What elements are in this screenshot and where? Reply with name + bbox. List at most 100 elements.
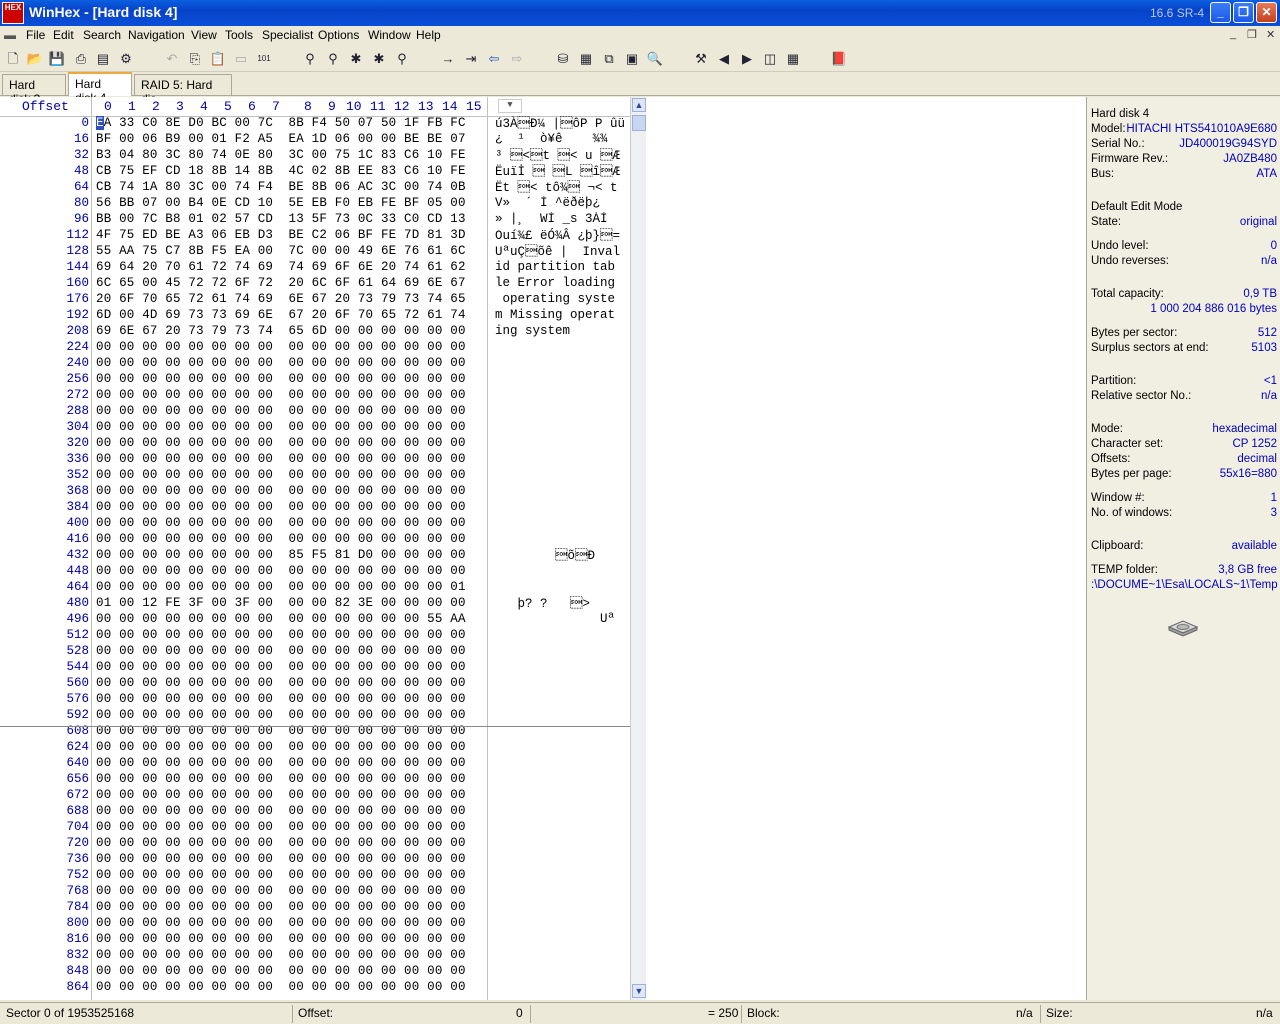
menu-window[interactable]: Window: [368, 28, 411, 42]
row-text[interactable]: UªuÇõê | Inval: [495, 244, 627, 259]
row-hex-bytes[interactable]: 00 00 00 00 00 00 00 00 00 00 00 00 00 0…: [96, 788, 466, 802]
hex-row[interactable]: 544 00 00 00 00 00 00 00 00 00 00 00 00 0…: [0, 660, 632, 676]
find-hex-icon[interactable]: ⚲: [324, 50, 342, 68]
snapshot-icon[interactable]: ◫: [761, 50, 779, 68]
row-hex-bytes[interactable]: 00 00 00 00 00 00 00 00 00 00 00 00 00 0…: [96, 820, 466, 834]
paste-zero-icon[interactable]: ▭: [232, 50, 250, 68]
charset-value[interactable]: CP 1252: [1232, 438, 1277, 450]
paste-icon[interactable]: 📋: [209, 50, 227, 68]
row-hex-bytes[interactable]: 00 00 00 00 00 00 00 00 00 00 00 00 00 0…: [96, 836, 466, 850]
hex-row[interactable]: 688 00 00 00 00 00 00 00 00 00 00 00 00 0…: [0, 804, 632, 820]
undo-icon[interactable]: ↶: [163, 50, 181, 68]
row-hex-bytes[interactable]: 00 00 00 00 00 00 00 00 00 00 00 00 00 0…: [96, 676, 466, 690]
copy-icon[interactable]: ⎘: [186, 50, 204, 68]
save-icon[interactable]: 💾: [48, 50, 66, 68]
row-text[interactable]: Ëuïİ  L îÆ þ: [495, 164, 627, 179]
hex-row[interactable]: 96 BB 00 7C B8 01 02 57 CD 13 5F 73 0C 33…: [0, 212, 632, 228]
row-hex-bytes[interactable]: 00 00 00 00 00 00 00 00 00 00 00 00 00 0…: [96, 692, 466, 706]
hex-row[interactable]: 464 00 00 00 00 00 00 00 00 00 00 00 00 0…: [0, 580, 632, 596]
open-ram-icon[interactable]: ▦: [577, 50, 595, 68]
scroll-up-icon[interactable]: ▲: [632, 98, 646, 112]
doc-close-button[interactable]: ✕: [1266, 28, 1275, 41]
hex-row[interactable]: 208 69 6E 67 20 73 79 73 74 65 6D 00 00 0…: [0, 324, 632, 340]
menu-edit[interactable]: Edit: [53, 28, 74, 42]
row-hex-bytes[interactable]: 4F 75 ED BE A3 06 EB D3 BE C2 06 BF FE 7…: [96, 228, 466, 242]
row-hex-bytes[interactable]: 00 00 00 00 00 00 00 00 00 00 00 00 00 0…: [96, 948, 466, 962]
row-hex-bytes[interactable]: 00 00 00 00 00 00 00 00 00 00 00 00 00 0…: [96, 772, 466, 786]
next-sector-icon[interactable]: ▶: [738, 50, 756, 68]
forward-icon[interactable]: ⇨: [508, 50, 526, 68]
row-hex-bytes[interactable]: 00 00 00 00 00 00 00 00 00 00 00 00 00 0…: [96, 580, 466, 594]
row-text[interactable]: operating syste: [495, 292, 627, 306]
zoom-icon[interactable]: 🔍: [646, 50, 664, 68]
goto-sector-icon[interactable]: ⇥: [462, 50, 480, 68]
hex-row[interactable]: 368 00 00 00 00 00 00 00 00 00 00 00 00 0…: [0, 484, 632, 500]
hex-row[interactable]: 416 00 00 00 00 00 00 00 00 00 00 00 00 0…: [0, 532, 632, 548]
hex-row[interactable]: 352 00 00 00 00 00 00 00 00 00 00 00 00 0…: [0, 468, 632, 484]
doc-restore-button[interactable]: ❐: [1247, 28, 1257, 41]
hex-row[interactable]: 64 CB 74 1A 80 3C 00 74 F4 BE 8B 06 AC 3C…: [0, 180, 632, 196]
hex-row[interactable]: 224 00 00 00 00 00 00 00 00 00 00 00 00 0…: [0, 340, 632, 356]
row-hex-bytes[interactable]: 00 00 00 00 00 00 00 00 00 00 00 00 00 0…: [96, 740, 466, 754]
menu-search[interactable]: Search: [83, 28, 121, 42]
row-hex-bytes[interactable]: 00 00 00 00 00 00 00 00 00 00 00 00 00 0…: [96, 356, 466, 370]
row-hex-bytes[interactable]: 69 64 20 70 61 72 74 69 74 69 6F 6E 20 7…: [96, 260, 466, 274]
calculator-icon[interactable]: ▣: [623, 50, 641, 68]
row-hex-bytes[interactable]: 00 00 00 00 00 00 00 00 00 00 00 00 00 0…: [96, 660, 466, 674]
hex-row[interactable]: 80 56 BB 07 00 B4 0E CD 10 5E EB F0 EB FE…: [0, 196, 632, 212]
menu-navigation[interactable]: Navigation: [128, 28, 185, 42]
row-hex-bytes[interactable]: 20 6F 70 65 72 61 74 69 6E 67 20 73 79 7…: [96, 292, 466, 306]
row-text[interactable]: ing system: [495, 324, 627, 338]
row-hex-bytes[interactable]: 00 00 00 00 00 00 00 00 00 00 00 00 00 0…: [96, 852, 466, 866]
hex-row[interactable]: 704 00 00 00 00 00 00 00 00 00 00 00 00 0…: [0, 820, 632, 836]
doc-minimize-button[interactable]: _: [1230, 28, 1236, 40]
hex-row[interactable]: 192 6D 00 4D 69 73 73 69 6E 67 20 6F 70 6…: [0, 308, 632, 324]
hex-row[interactable]: 320 00 00 00 00 00 00 00 00 00 00 00 00 0…: [0, 436, 632, 452]
hex-row[interactable]: 768 00 00 00 00 00 00 00 00 00 00 00 00 0…: [0, 884, 632, 900]
row-hex-bytes[interactable]: 00 00 00 00 00 00 00 00 00 00 00 00 00 0…: [96, 916, 466, 930]
row-hex-bytes[interactable]: 00 00 00 00 00 00 00 00 00 00 00 00 00 0…: [96, 900, 466, 914]
hex-row[interactable]: 528 00 00 00 00 00 00 00 00 00 00 00 00 0…: [0, 644, 632, 660]
find-text-icon[interactable]: ⚲: [301, 50, 319, 68]
row-hex-bytes[interactable]: 00 00 00 00 00 00 00 00 00 00 00 00 00 0…: [96, 388, 466, 402]
properties-icon[interactable]: ▤: [94, 50, 112, 68]
row-hex-bytes[interactable]: 00 00 00 00 00 00 00 00 00 00 00 00 00 0…: [96, 500, 466, 514]
row-text[interactable]: õÐ: [495, 548, 627, 563]
row-hex-bytes[interactable]: 00 00 00 00 00 00 00 00 00 00 00 00 00 0…: [96, 372, 466, 386]
tools-icon[interactable]: ⚒: [692, 50, 710, 68]
row-hex-bytes[interactable]: B3 04 80 3C 80 74 0E 80 3C 00 75 1C 83 C…: [96, 148, 466, 162]
row-hex-bytes[interactable]: BB 00 7C B8 01 02 57 CD 13 5F 73 0C 33 C…: [96, 212, 466, 226]
template-icon[interactable]: ▦: [784, 50, 802, 68]
find-again-icon[interactable]: ⚲: [393, 50, 411, 68]
row-hex-bytes[interactable]: 6D 00 4D 69 73 73 69 6E 67 20 6F 70 65 7…: [96, 308, 466, 322]
hex-row[interactable]: 672 00 00 00 00 00 00 00 00 00 00 00 00 0…: [0, 788, 632, 804]
row-text[interactable]: ³ <t < u Æ þ: [495, 148, 627, 163]
execute-icon[interactable]: ⚙: [117, 50, 135, 68]
scroll-thumb[interactable]: [632, 115, 646, 131]
text-column-chevron-icon[interactable]: ▼: [498, 99, 522, 113]
hex-row[interactable]: 304 00 00 00 00 00 00 00 00 00 00 00 00 0…: [0, 420, 632, 436]
back-icon[interactable]: ⇦: [485, 50, 503, 68]
hex-row[interactable]: 496 00 00 00 00 00 00 00 00 00 00 00 00 0…: [0, 612, 632, 628]
hex-row[interactable]: 720 00 00 00 00 00 00 00 00 00 00 00 00 0…: [0, 836, 632, 852]
row-hex-bytes[interactable]: EA 33 C0 8E D0 BC 00 7C 8B F4 50 07 50 1…: [96, 116, 466, 130]
row-hex-bytes[interactable]: CB 75 EF CD 18 8B 14 8B 4C 02 8B EE 83 C…: [96, 164, 466, 178]
menu-view[interactable]: View: [191, 28, 217, 42]
hex-row[interactable]: 16 BF 00 06 B9 00 01 F2 A5 EA 1D 06 00 00…: [0, 132, 632, 148]
row-hex-bytes[interactable]: 00 00 00 00 00 00 00 00 00 00 00 00 00 0…: [96, 980, 466, 994]
hex-row[interactable]: 240 00 00 00 00 00 00 00 00 00 00 00 00 0…: [0, 356, 632, 372]
row-hex-bytes[interactable]: 00 00 00 00 00 00 00 00 00 00 00 00 00 0…: [96, 420, 466, 434]
hex-row[interactable]: 512 00 00 00 00 00 00 00 00 00 00 00 00 0…: [0, 628, 632, 644]
row-hex-bytes[interactable]: 6C 65 00 45 72 72 6F 72 20 6C 6F 61 64 6…: [96, 276, 466, 290]
new-file-icon[interactable]: 🗋: [4, 50, 22, 68]
row-hex-bytes[interactable]: 00 00 00 00 00 00 00 00 00 00 00 00 00 0…: [96, 884, 466, 898]
goto-offset-icon[interactable]: →: [439, 50, 457, 68]
row-hex-bytes[interactable]: 00 00 00 00 00 00 00 00 00 00 00 00 00 0…: [96, 452, 466, 466]
row-hex-bytes[interactable]: 00 00 00 00 00 00 00 00 00 00 00 00 00 0…: [96, 612, 466, 626]
hex-row[interactable]: 560 00 00 00 00 00 00 00 00 00 00 00 00 0…: [0, 676, 632, 692]
hex-row[interactable]: 624 00 00 00 00 00 00 00 00 00 00 00 00 0…: [0, 740, 632, 756]
row-text[interactable]: þ? ? >: [495, 596, 627, 611]
system-menu-icon[interactable]: ▬: [4, 28, 16, 42]
replace-hex-icon[interactable]: ✱: [370, 50, 388, 68]
row-text[interactable]: ¿ ¹ ò¥ê ¾¾: [495, 132, 627, 146]
